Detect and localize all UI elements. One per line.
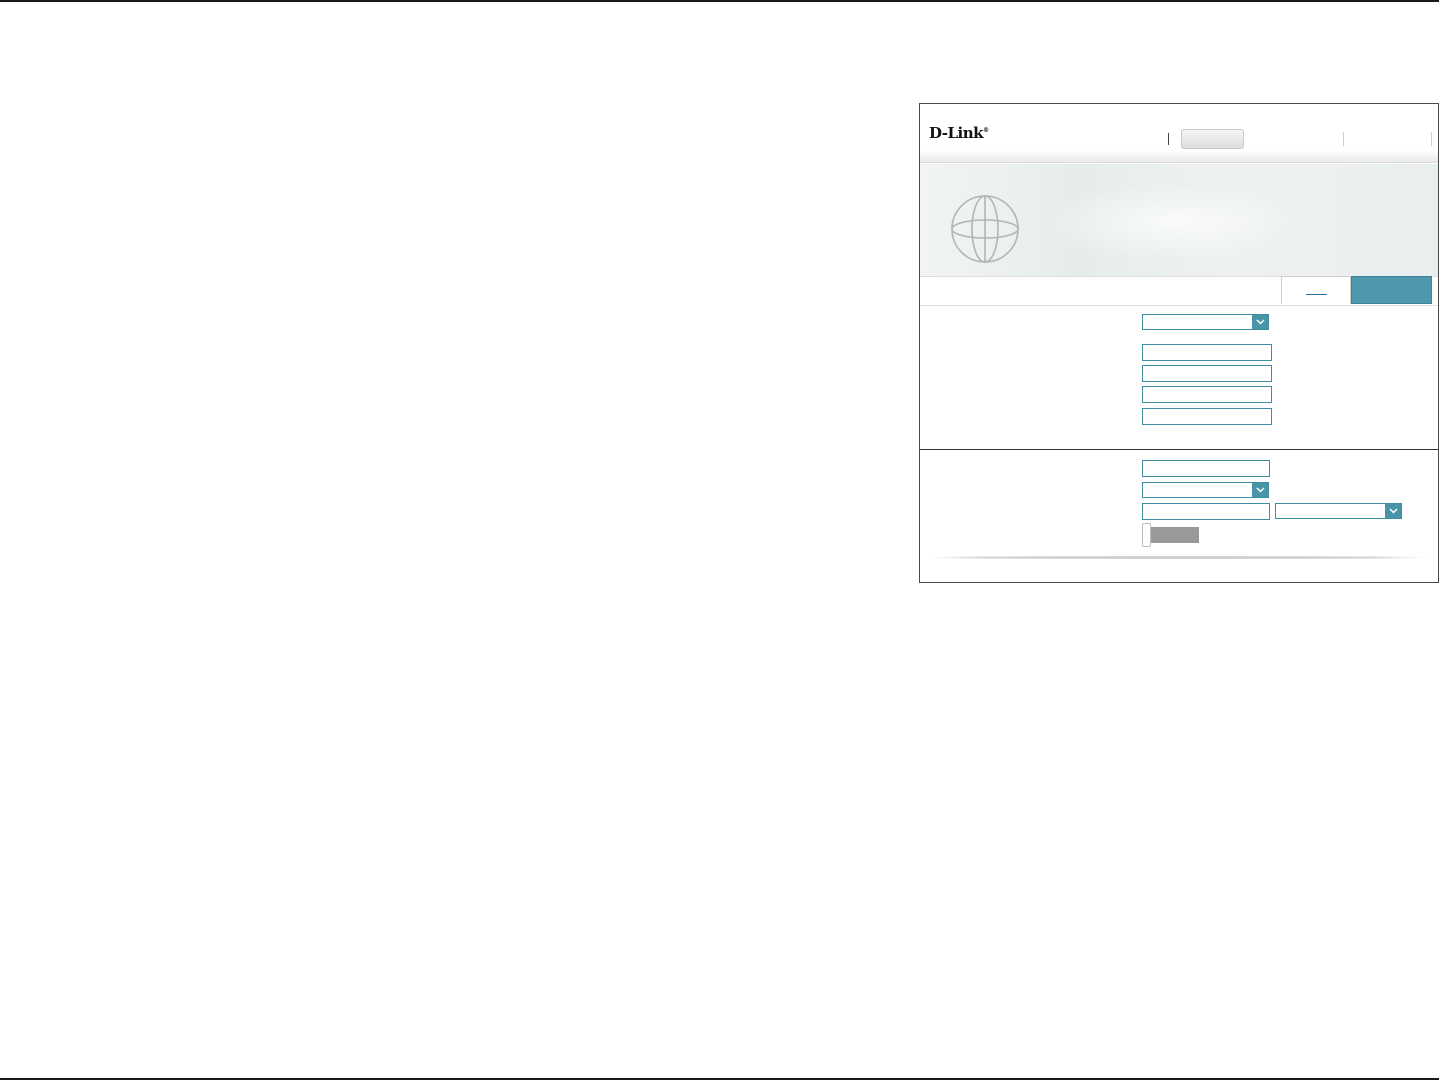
toggle-track[interactable] — [1151, 527, 1199, 543]
dlink-logo: D-Link® — [929, 124, 989, 142]
tab-advanced-settings[interactable] — [1281, 276, 1351, 304]
page-bottom-rule — [0, 1078, 1439, 1080]
section-divider — [920, 449, 1438, 450]
save-button[interactable] — [1351, 276, 1432, 304]
panel-bottom-shadow — [926, 556, 1430, 559]
nav-separator — [1343, 132, 1344, 146]
nav-separator — [1431, 132, 1432, 146]
tab-link-underline — [1306, 294, 1327, 295]
logo-text: D-Link — [929, 124, 984, 142]
text-field-5[interactable] — [1142, 460, 1270, 477]
toggle-switch-knob[interactable] — [1142, 523, 1151, 547]
text-field-6[interactable] — [1142, 503, 1270, 520]
banner-highlight — [1040, 182, 1310, 262]
text-field-4[interactable] — [1142, 408, 1272, 425]
globe-icon — [951, 195, 1019, 263]
chevron-down-icon — [1385, 504, 1401, 518]
text-field-3[interactable] — [1142, 386, 1272, 403]
nav-tab-active[interactable] — [1181, 129, 1244, 149]
dropdown-select-2[interactable] — [1142, 482, 1269, 498]
text-field-2[interactable] — [1142, 365, 1272, 382]
connection-type-select[interactable] — [1142, 314, 1269, 330]
router-ui-screenshot: D-Link® — [919, 103, 1439, 583]
page-top-rule — [0, 0, 1439, 2]
nav-separator — [1168, 133, 1169, 145]
logo-registered-mark: ® — [983, 127, 989, 134]
text-field-1[interactable] — [1142, 344, 1272, 361]
top-header: D-Link® — [920, 104, 1438, 163]
dropdown-select-3[interactable] — [1275, 503, 1402, 519]
chevron-down-icon — [1252, 315, 1268, 329]
chevron-down-icon — [1252, 483, 1268, 497]
